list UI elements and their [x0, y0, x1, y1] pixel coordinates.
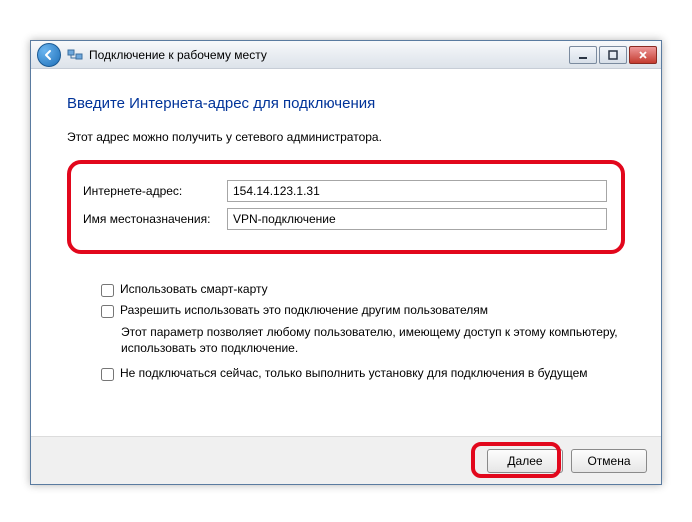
footer: Далее Отмена	[31, 436, 661, 484]
window-title: Подключение к рабочему месту	[89, 48, 267, 62]
back-button[interactable]	[37, 43, 61, 67]
minimize-button[interactable]	[569, 46, 597, 64]
arrow-left-icon	[43, 49, 55, 61]
close-icon	[638, 50, 648, 60]
maximize-icon	[608, 50, 618, 60]
window-controls	[569, 46, 657, 64]
content-area: Введите Интернета-адрес для подключения …	[31, 69, 661, 436]
next-button[interactable]: Далее	[487, 449, 563, 473]
maximize-button[interactable]	[599, 46, 627, 64]
allow-others-desc: Этот параметр позволяет любому пользоват…	[121, 324, 625, 356]
smartcard-label: Использовать смарт-карту	[120, 282, 268, 296]
setup-only-checkbox[interactable]	[101, 368, 114, 381]
destination-row: Имя местоназначения:	[79, 208, 607, 230]
titlebar: Подключение к рабочему месту	[31, 41, 661, 69]
allow-others-checkbox[interactable]	[101, 305, 114, 318]
field-group-highlight: Интернете-адрес: Имя местоназначения:	[67, 160, 625, 254]
address-label: Интернете-адрес:	[79, 184, 227, 198]
wizard-window: Подключение к рабочему месту Введите Инт…	[30, 40, 662, 485]
allow-others-row: Разрешить использовать это подключение д…	[101, 303, 625, 318]
close-button[interactable]	[629, 46, 657, 64]
address-row: Интернете-адрес:	[79, 180, 607, 202]
cancel-button[interactable]: Отмена	[571, 449, 647, 473]
allow-others-label: Разрешить использовать это подключение д…	[120, 303, 488, 317]
destination-name-input[interactable]	[227, 208, 607, 230]
page-heading: Введите Интернета-адрес для подключения	[67, 95, 625, 112]
smartcard-row: Использовать смарт-карту	[101, 282, 625, 297]
setup-only-label: Не подключаться сейчас, только выполнить…	[120, 366, 588, 380]
app-icon	[67, 47, 83, 63]
minimize-icon	[578, 50, 588, 60]
destination-label: Имя местоназначения:	[79, 212, 227, 226]
page-subtext: Этот адрес можно получить у сетевого адм…	[67, 130, 625, 144]
smartcard-checkbox[interactable]	[101, 284, 114, 297]
setup-only-row: Не подключаться сейчас, только выполнить…	[101, 366, 625, 381]
internet-address-input[interactable]	[227, 180, 607, 202]
